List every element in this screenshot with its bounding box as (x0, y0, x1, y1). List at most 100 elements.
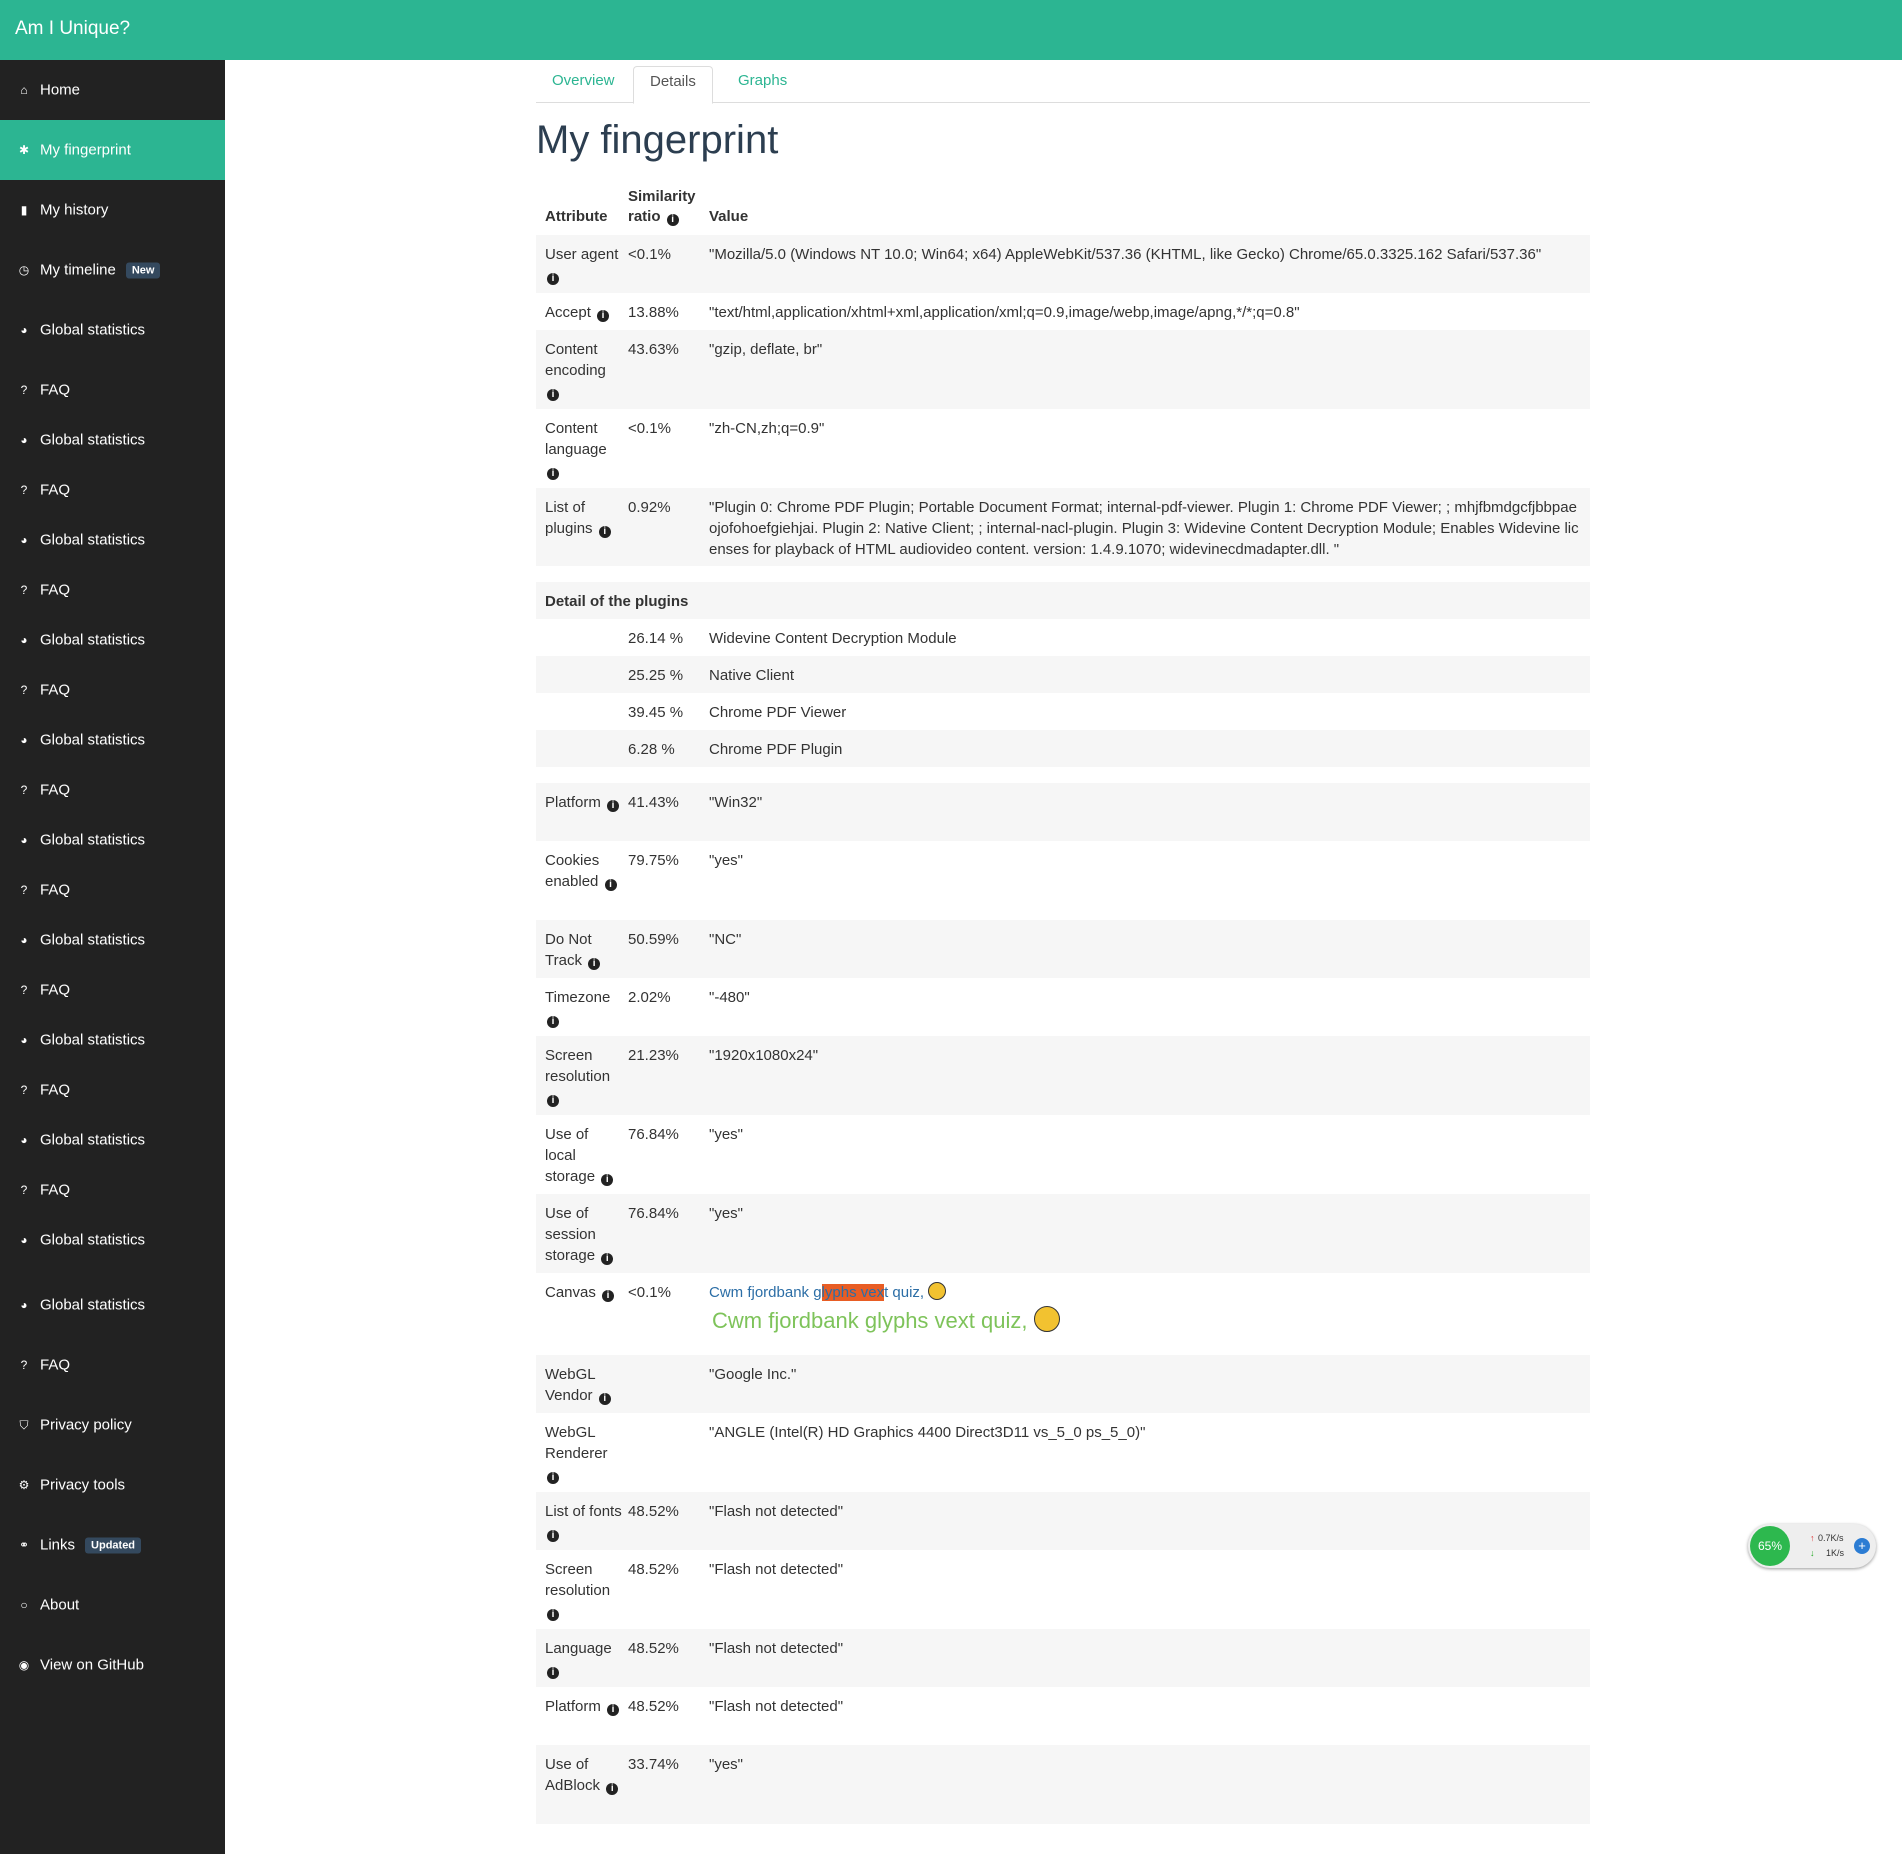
similarity-ratio: 33.74% (628, 1756, 679, 1773)
sidebar-item-about[interactable]: ○ About (0, 1575, 225, 1635)
sidebar-item-my-history[interactable]: ▮ My history (0, 180, 225, 240)
sidebar-item-faq[interactable]: ? FAQ (0, 560, 225, 620)
info-icon[interactable]: i (547, 468, 559, 480)
attribute-value: "Win32" (709, 794, 763, 811)
info-icon[interactable]: i (601, 1174, 614, 1186)
tab-details[interactable]: Details (633, 66, 713, 104)
sidebar-item-my-timeline[interactable]: ◷ My timeline New (0, 240, 225, 300)
info-icon[interactable]: i (666, 214, 679, 226)
sidebar-item-my-fingerprint[interactable]: ✱ My fingerprint (0, 120, 225, 180)
sidebar-item-home[interactable]: ⌂ Home (0, 60, 225, 120)
sidebar-item-links[interactable]: ⚭ Links Updated (0, 1515, 225, 1575)
sidebar-item-label: FAQ (40, 882, 70, 899)
brand-title[interactable]: Am I Unique? (15, 18, 130, 40)
attribute-name: User agent (545, 246, 619, 263)
sidebar-item-label: FAQ (40, 482, 70, 499)
sidebar-item-faq[interactable]: ? FAQ (0, 1060, 225, 1120)
sidebar-item-privacy-policy[interactable]: ⛉ Privacy policy (0, 1395, 225, 1455)
info-icon[interactable]: i (547, 1667, 559, 1679)
info-icon[interactable]: i (547, 389, 559, 401)
info-icon[interactable]: i (547, 1472, 559, 1484)
sidebar-item-global-statistics[interactable]: ◕ Global statistics (0, 300, 225, 360)
info-icon[interactable]: i (547, 1609, 559, 1621)
attribute-cell: WebGL Renderer i (545, 1422, 623, 1485)
sidebar-item-label: Global statistics (40, 1032, 145, 1049)
info-icon[interactable]: i (601, 1253, 614, 1265)
tab-bar: Overview Details Graphs (536, 62, 1590, 104)
sidebar-item-global-statistics[interactable]: ◕ Global statistics (0, 620, 225, 660)
sidebar-label-text: Global statistics (40, 1131, 146, 1149)
sidebar-item-faq[interactable]: ? FAQ (0, 1160, 225, 1220)
sidebar-item-label: FAQ (40, 1357, 70, 1374)
network-speed-widget[interactable]: 65% ↑ 0.7K/s ↓ 1K/s + (1748, 1524, 1876, 1568)
attribute-cell: User agent i (545, 244, 623, 286)
sidebar-item-label: Global statistics (40, 632, 145, 649)
attribute-value: "Flash not detected" (709, 1640, 844, 1657)
sidebar-item-faq[interactable]: ? FAQ (0, 1335, 225, 1395)
sidebar-item-global-statistics[interactable]: ◕ Global statistics (0, 720, 225, 760)
info-icon[interactable]: i (547, 1095, 559, 1107)
sidebar-item-label: FAQ (40, 1182, 70, 1199)
table-row: Timezone i 2.02% "-480" (536, 978, 1590, 1036)
info-icon[interactable]: i (598, 526, 611, 538)
book-icon: ▮ (20, 203, 28, 217)
plus-icon[interactable]: + (1854, 1538, 1870, 1554)
sidebar-label-text: FAQ (40, 681, 71, 699)
sidebar-item-faq[interactable]: ? FAQ (0, 860, 225, 920)
attribute-cell: Canvas i (545, 1282, 623, 1303)
sidebar-item-global-statistics[interactable]: ◕ Global statistics (0, 1220, 225, 1260)
plugin-name: Chrome PDF Plugin (709, 741, 843, 758)
info-icon[interactable]: i (606, 1783, 619, 1795)
sidebar-item-global-statistics[interactable]: ◕ Global statistics (0, 920, 225, 960)
info-icon[interactable]: i (547, 273, 559, 285)
section-title: Detail of the plugins (545, 593, 689, 610)
attribute-name: List of fonts (545, 1503, 622, 1520)
attribute-cell: Cookies enabled i (545, 850, 623, 892)
attribute-name: Canvas (545, 1284, 596, 1301)
tab-overview[interactable]: Overview (536, 70, 631, 102)
header-similarity-ratio: Similarity ratio i (628, 188, 696, 226)
info-icon[interactable]: i (588, 958, 601, 970)
sidebar-label-text: Privacy tools (40, 1476, 126, 1494)
sidebar-item-faq[interactable]: ? FAQ (0, 460, 225, 520)
question-icon: ? (20, 683, 28, 697)
info-icon[interactable]: i (598, 1393, 611, 1405)
header-attribute: Attribute (545, 208, 608, 225)
sidebar-item-global-statistics[interactable]: ◕ Global statistics (0, 820, 225, 860)
sidebar-item-global-statistics[interactable]: ◕ Global statistics (0, 520, 225, 560)
sidebar-item-global-statistics[interactable]: ◕ Global statistics (0, 1275, 225, 1335)
tab-graphs[interactable]: Graphs (722, 70, 803, 102)
table-row: Content language i <0.1% "zh-CN,zh;q=0.9" (536, 409, 1590, 488)
similarity-ratio: 48.52% (628, 1698, 679, 1715)
sidebar-item-global-statistics[interactable]: ◕ Global statistics (0, 420, 225, 460)
attribute-value: "Flash not detected" (709, 1561, 844, 1578)
info-icon[interactable]: i (607, 800, 620, 812)
info-icon[interactable]: i (607, 1704, 620, 1716)
sidebar-item-faq[interactable]: ? FAQ (0, 960, 225, 1020)
sidebar-label-text: About (40, 1596, 80, 1614)
sidebar-label-text: Links (40, 1536, 76, 1554)
sidebar-item-faq[interactable]: ? FAQ (0, 360, 225, 420)
attribute-value: "ANGLE (Intel(R) HD Graphics 4400 Direct… (709, 1424, 1146, 1441)
sidebar-item-faq[interactable]: ? FAQ (0, 660, 225, 720)
canvas-large-text-line: Cwm fjordbank glyphs vext quiz, (712, 1306, 1060, 1334)
gears-icon: ⚙ (18, 1478, 30, 1492)
table-row: Use of AdBlock i 33.74% "yes" (536, 1745, 1590, 1824)
similarity-ratio: 50.59% (628, 931, 679, 948)
table-row: Platform i 48.52% "Flash not detected" (536, 1687, 1590, 1745)
info-icon[interactable]: i (547, 1016, 559, 1028)
sidebar-item-global-statistics[interactable]: ◕ Global statistics (0, 1020, 225, 1060)
link-icon: ⚭ (18, 1538, 30, 1552)
sidebar-item-global-statistics[interactable]: ◕ Global statistics (0, 1120, 225, 1160)
sidebar-item-privacy-tools[interactable]: ⚙ Privacy tools (0, 1455, 225, 1515)
sidebar-item-view-on-github[interactable]: ◉ View on GitHub (0, 1635, 225, 1695)
sidebar-item-faq[interactable]: ? FAQ (0, 760, 225, 820)
info-icon[interactable]: i (547, 1530, 559, 1542)
sidebar-item-label: Global statistics (40, 322, 145, 339)
sidebar-item-label: Privacy tools (40, 1477, 125, 1494)
info-icon[interactable]: i (597, 310, 610, 322)
info-icon[interactable]: i (602, 1290, 615, 1302)
info-icon[interactable]: i (604, 879, 617, 891)
sidebar-label-text: FAQ (40, 581, 71, 599)
similarity-ratio: 26.14 % (628, 630, 684, 647)
